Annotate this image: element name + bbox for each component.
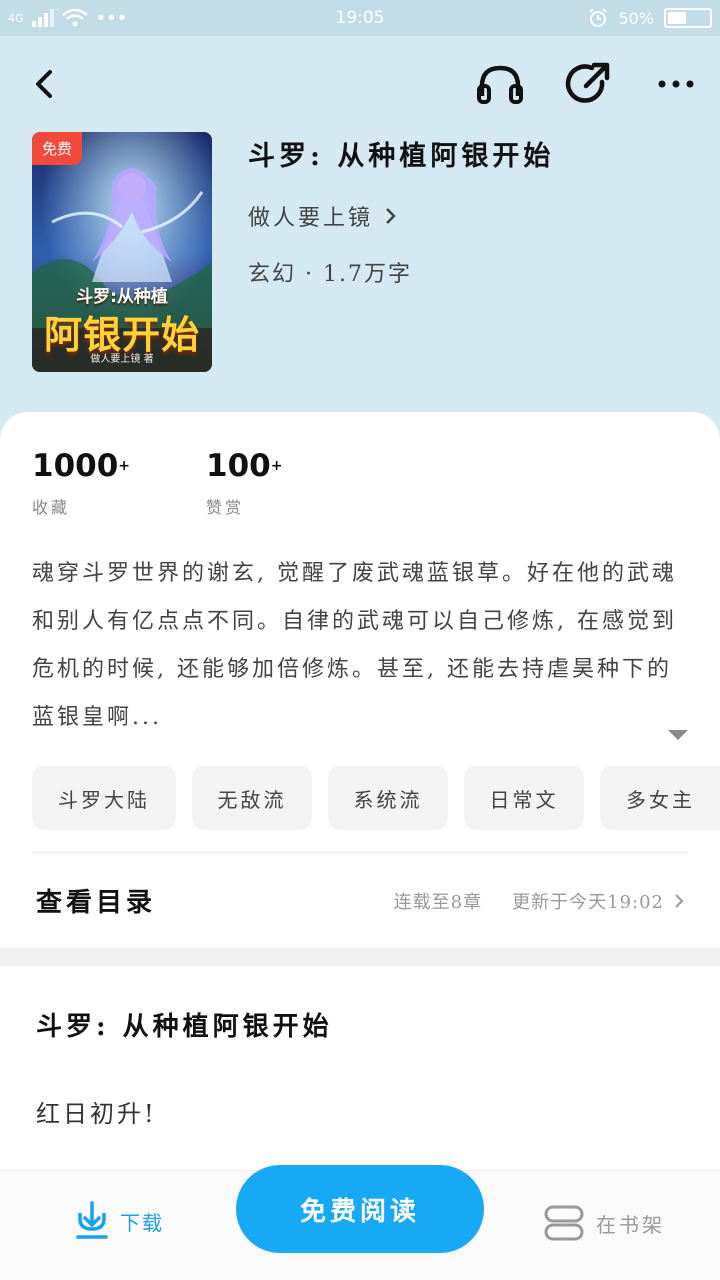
battery-percent: 50% — [618, 8, 654, 28]
clock: 19:05 — [335, 8, 385, 28]
book-detail-card: 1000+ 收藏 100+ 赞赏 魂穿斗罗世界的谢玄, 觉醒了废武魂蓝银草。好在… — [0, 412, 720, 948]
expand-arrow-icon[interactable] — [668, 730, 688, 740]
download-button[interactable]: 下载 — [74, 1201, 164, 1241]
cover-author: 做人要上镜 著 — [90, 354, 154, 365]
signal-icon — [31, 9, 54, 27]
status-right: 50% — [512, 8, 712, 28]
stat-value: 1000 — [32, 448, 119, 484]
stat-suffix: + — [270, 458, 283, 474]
free-badge: 免费 — [32, 132, 83, 165]
bookshelf-icon — [544, 1205, 584, 1241]
section-separator — [0, 948, 720, 966]
free-read-button[interactable]: 免费阅读 — [236, 1165, 484, 1253]
bookshelf-label: 在书架 — [596, 1212, 665, 1237]
status-left: 4G ••• — [8, 8, 208, 29]
chevron-right-icon — [675, 894, 684, 908]
stat-value: 100 — [206, 448, 271, 484]
tag-chip[interactable]: 系统流 — [328, 766, 448, 830]
more-status-icon: ••• — [95, 7, 128, 29]
bottom-action-bar: 下载 免费阅读 在书架 — [0, 1165, 720, 1280]
download-label: 下载 — [120, 1210, 164, 1235]
bookshelf-button[interactable]: 在书架 — [544, 1205, 665, 1241]
back-icon[interactable] — [22, 60, 66, 108]
wifi-icon — [61, 9, 88, 27]
download-icon — [76, 1201, 108, 1239]
divider — [32, 852, 688, 853]
tag-list: 斗罗大陆 无敌流 系统流 日常文 多女主 — [32, 766, 720, 832]
preview-chapter-title: 斗罗: 从种植阿银开始 — [36, 1012, 333, 1042]
book-cover[interactable]: 免费 斗罗:从种植 阿银开始 做人要上镜 著 — [32, 132, 212, 372]
book-title: 斗罗: 从种植阿银开始 — [248, 141, 555, 172]
stat-favorites: 1000+ 收藏 — [32, 448, 130, 518]
tag-chip[interactable]: 斗罗大陆 — [32, 766, 176, 830]
toc-info[interactable]: 连载至8章 更新于今天19:02 — [394, 888, 684, 914]
battery-fill — [668, 12, 686, 24]
network-label: 4G — [8, 11, 24, 25]
stat-suffix: + — [118, 458, 131, 474]
more-icon[interactable] — [650, 60, 702, 108]
update-time: 更新于今天19:02 — [512, 892, 664, 913]
chevron-right-icon — [386, 208, 396, 224]
preview-text: 红日初升! — [36, 1100, 157, 1128]
headphones-icon[interactable] — [474, 60, 526, 108]
toc-link[interactable]: 查看目录 — [36, 882, 156, 919]
alarm-icon — [589, 8, 608, 27]
battery-icon — [664, 8, 712, 28]
author-link[interactable]: 做人要上镜 — [248, 200, 397, 232]
tag-chip[interactable]: 多女主 — [600, 766, 720, 830]
status-bar: 4G ••• 19:05 50% — [0, 0, 720, 36]
author-name: 做人要上镜 — [248, 206, 374, 231]
stat-likes: 100+ 赞赏 — [206, 448, 282, 518]
tag-chip[interactable]: 日常文 — [464, 766, 584, 830]
chapter-count: 连载至8章 — [393, 892, 483, 913]
top-nav — [0, 52, 720, 116]
tag-chip[interactable]: 无敌流 — [192, 766, 312, 830]
book-summary: 魂穿斗罗世界的谢玄, 觉醒了废武魂蓝银草。好在他的武魂和别人有亿点点不同。自律的… — [32, 561, 677, 730]
stat-label: 收藏 — [32, 498, 71, 517]
book-meta: 玄幻 · 1.7万字 — [248, 262, 412, 287]
share-icon[interactable] — [562, 60, 614, 108]
stat-label: 赞赏 — [206, 498, 245, 517]
